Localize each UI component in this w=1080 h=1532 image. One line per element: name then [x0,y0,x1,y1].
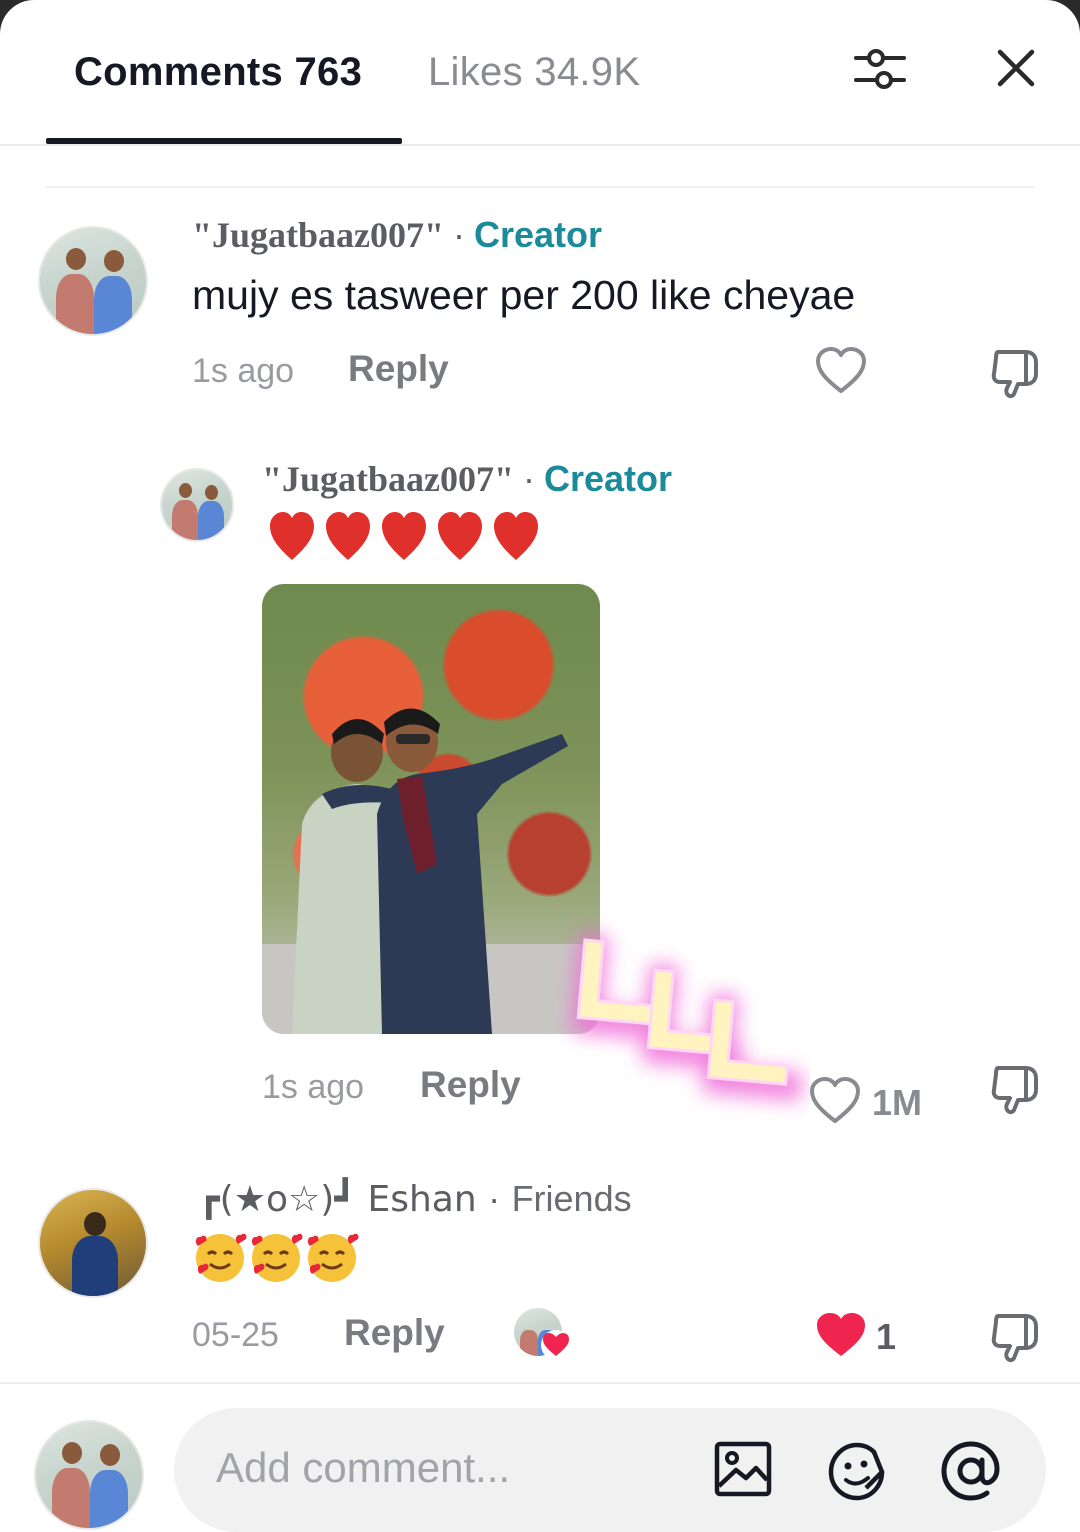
comments-sheet: Comments 763 Likes 34.9K "Jugatbaaz007" … [0,0,1080,1532]
heart-outline-icon[interactable] [808,1076,862,1126]
dislike-icon[interactable] [988,1062,1044,1116]
creator-badge: Creator [473,214,603,255]
reply-button[interactable]: Reply [344,1312,445,1354]
liked-by-creator-heart-icon [540,1330,572,1360]
username[interactable]: ┏(★o☆)┛ Eshan [198,1179,477,1220]
tab-likes[interactable]: Likes 34.9K [428,50,640,95]
at-icon[interactable] [938,1438,1004,1504]
comment-input[interactable]: Add comment... [174,1408,1046,1532]
avatar[interactable] [160,468,234,542]
separator: · [452,214,465,255]
separator: · [522,458,535,499]
red-hearts-emoji [270,512,538,560]
sliders-icon[interactable] [850,38,910,98]
heart-filled-icon[interactable] [814,1310,868,1360]
comment-text [268,508,558,566]
dislike-icon[interactable] [988,1310,1044,1364]
comment-text [192,1228,362,1286]
list-divider [46,186,1034,188]
separator: · [488,1178,501,1219]
comments-header: Comments 763 Likes 34.9K [0,0,1080,146]
sticker-arrows-icon [540,890,810,1120]
comment-author[interactable]: ┏(★o☆)┛ Eshan · Friends [198,1178,632,1220]
username[interactable]: "Jugatbaaz007" [262,459,514,499]
smiling-face-with-hearts-emoji [195,1233,359,1282]
comment-time: 1s ago [192,352,295,390]
friends-badge: Friends [511,1178,632,1219]
tab-comments[interactable]: Comments 763 [74,50,362,95]
heart-outline-icon[interactable] [814,346,868,396]
emoji-icon[interactable] [824,1438,890,1504]
footer-divider [0,1382,1080,1384]
like-count: 1M [872,1082,923,1123]
creator-badge: Creator [543,458,673,499]
reply-button[interactable]: Reply [348,348,449,390]
avatar[interactable] [38,1188,148,1298]
comment-time: 1s ago [262,1068,365,1106]
active-tab-indicator [46,138,402,144]
close-icon[interactable] [986,38,1046,98]
comment-input-placeholder: Add comment... [216,1444,511,1491]
comment-author[interactable]: "Jugatbaaz007" · Creator [262,458,672,500]
image-icon[interactable] [712,1438,774,1500]
my-avatar [34,1420,144,1530]
reply-button[interactable]: Reply [420,1064,521,1106]
avatar[interactable] [38,226,148,336]
comment-text: mujy es tasweer per 200 like cheyae [192,272,856,318]
username[interactable]: "Jugatbaaz007" [192,215,444,255]
like-count: 1 [876,1316,897,1357]
comment-author[interactable]: "Jugatbaaz007" · Creator [192,214,602,256]
dislike-icon[interactable] [988,346,1044,400]
comment-time: 05-25 [192,1316,279,1354]
